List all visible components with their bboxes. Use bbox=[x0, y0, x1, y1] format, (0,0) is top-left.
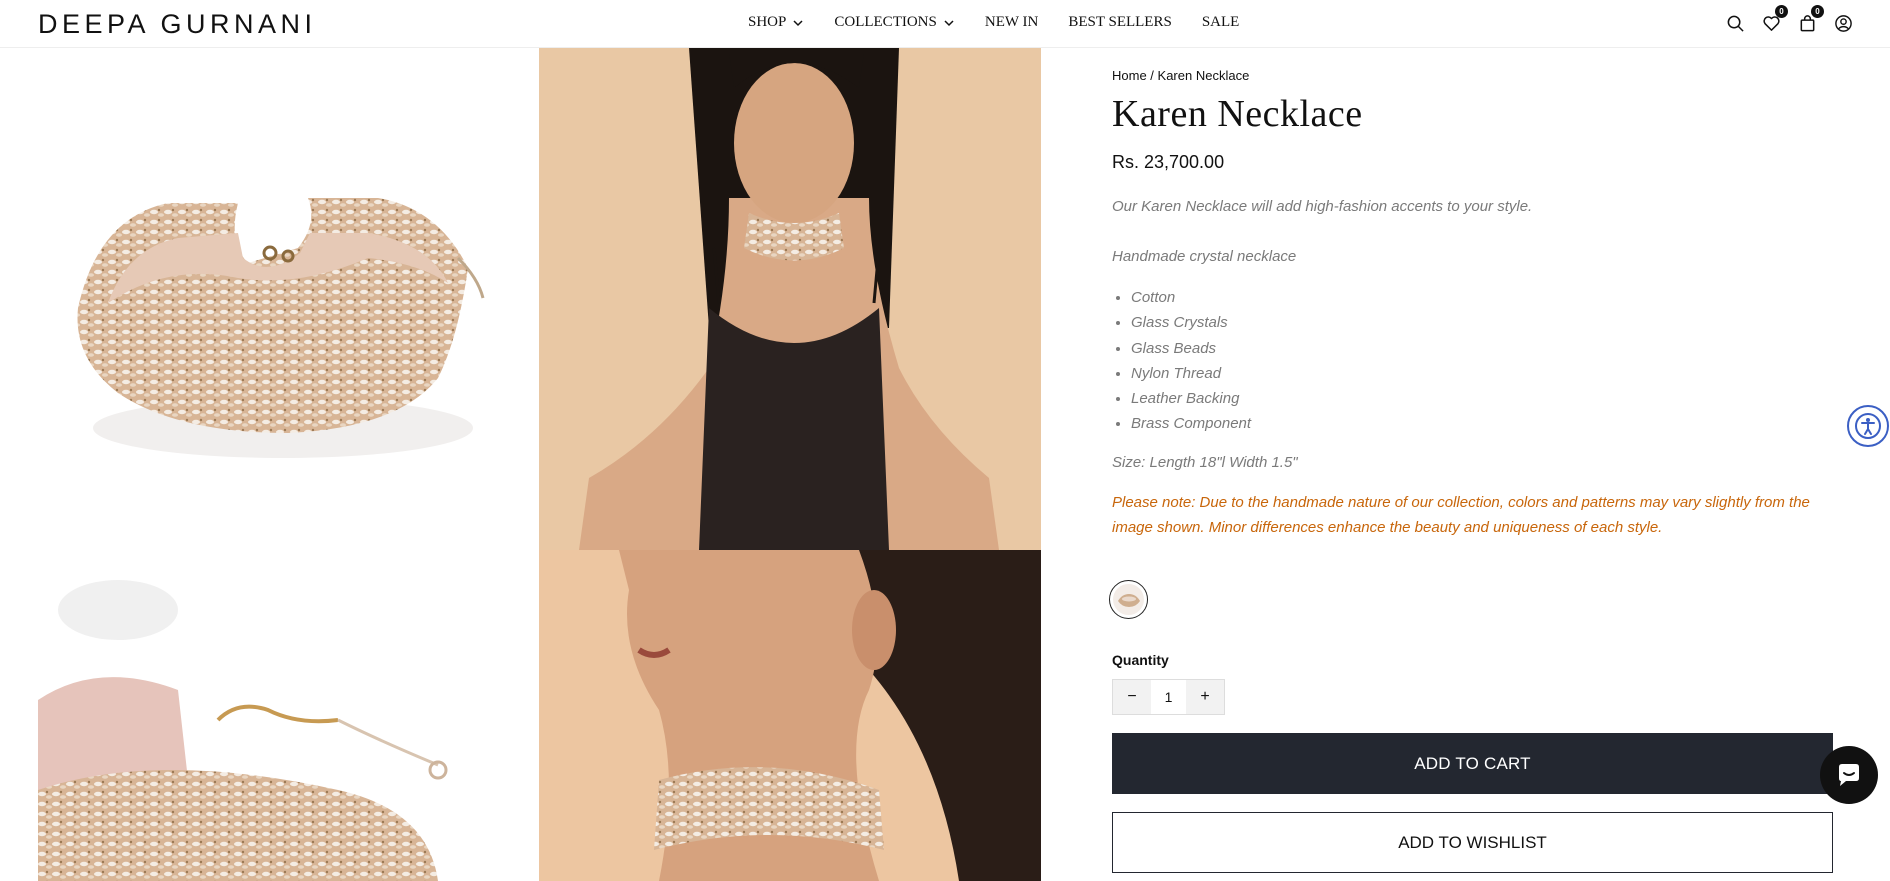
product-price: Rs. 23,700.00 bbox=[1112, 152, 1225, 172]
product-image-3[interactable] bbox=[38, 550, 538, 881]
wishlist-button[interactable]: 0 bbox=[1760, 5, 1788, 34]
accessibility-icon bbox=[1855, 413, 1881, 439]
account-icon bbox=[1834, 14, 1852, 32]
quantity-increase-button[interactable]: + bbox=[1186, 680, 1224, 714]
nav-item-sale[interactable]: SALE bbox=[1202, 14, 1240, 31]
swatch-image bbox=[1113, 584, 1144, 615]
product-size: Size: Length 18"l Width 1.5" bbox=[1112, 454, 1298, 471]
necklace-closeup-image bbox=[38, 580, 448, 881]
product-title: Karen Necklace bbox=[1112, 93, 1363, 135]
nav-item-best-sellers[interactable]: BEST SELLERS bbox=[1068, 14, 1172, 31]
cart-button[interactable]: 0 bbox=[1796, 5, 1824, 34]
product-image-2[interactable] bbox=[539, 48, 1041, 550]
necklace-product-image bbox=[77, 198, 485, 458]
chevron-down-icon bbox=[793, 19, 803, 26]
materials-list: Cotton Glass Crystals Glass Beads Nylon … bbox=[1131, 288, 1251, 440]
brand-logo[interactable]: DEEPA GURNANI bbox=[38, 9, 317, 40]
quantity-stepper: − 1 + bbox=[1112, 679, 1225, 715]
wishlist-count-badge: 0 bbox=[1775, 5, 1788, 18]
product-description: Our Karen Necklace will add high-fashion… bbox=[1112, 198, 1533, 215]
product-gallery bbox=[38, 48, 1041, 881]
list-item: Nylon Thread bbox=[1131, 364, 1251, 389]
nav-item-label: BEST SELLERS bbox=[1068, 14, 1172, 30]
nav-item-shop[interactable]: SHOP bbox=[748, 14, 804, 31]
list-item: Brass Component bbox=[1131, 414, 1251, 439]
search-icon bbox=[1727, 15, 1744, 32]
accessibility-button[interactable] bbox=[1847, 405, 1889, 447]
list-item: Glass Crystals bbox=[1131, 313, 1251, 338]
quantity-input[interactable]: 1 bbox=[1151, 680, 1186, 714]
chevron-down-icon bbox=[944, 19, 954, 26]
quantity-label: Quantity bbox=[1112, 652, 1169, 668]
account-button[interactable] bbox=[1832, 12, 1854, 34]
nav-item-label: SHOP bbox=[748, 14, 787, 30]
nav-item-new-in[interactable]: NEW IN bbox=[985, 14, 1038, 31]
main-nav: SHOP COLLECTIONS NEW IN BEST SELLERS SAL… bbox=[748, 14, 1239, 31]
quantity-decrease-button[interactable]: − bbox=[1113, 680, 1151, 714]
model-profile-image bbox=[539, 550, 1041, 881]
add-to-cart-button[interactable]: ADD TO CART bbox=[1112, 733, 1833, 794]
chat-icon bbox=[1839, 764, 1859, 786]
variant-swatch[interactable] bbox=[1109, 580, 1148, 619]
nav-item-label: NEW IN bbox=[984, 14, 1039, 30]
nav-item-label: SALE bbox=[1201, 14, 1240, 30]
breadcrumb-current: Karen Necklace bbox=[1157, 68, 1250, 83]
cart-count-badge: 0 bbox=[1811, 5, 1824, 18]
product-image-1[interactable] bbox=[38, 48, 538, 550]
site-header: DEEPA GURNANI SHOP COLLECTIONS NEW IN BE… bbox=[0, 0, 1890, 48]
header-icons: 0 0 bbox=[1724, 5, 1854, 34]
model-image bbox=[539, 48, 1041, 550]
list-item: Cotton bbox=[1131, 288, 1251, 313]
breadcrumb: Home / Karen Necklace bbox=[1112, 68, 1249, 83]
add-to-wishlist-button[interactable]: ADD TO WISHLIST bbox=[1112, 812, 1833, 873]
nav-item-collections[interactable]: COLLECTIONS bbox=[834, 14, 955, 31]
nav-item-label: COLLECTIONS bbox=[834, 14, 937, 30]
list-item: Glass Beads bbox=[1131, 339, 1251, 364]
chat-button[interactable] bbox=[1820, 746, 1878, 804]
breadcrumb-separator: / bbox=[1146, 68, 1158, 83]
search-button[interactable] bbox=[1724, 12, 1746, 34]
list-item: Leather Backing bbox=[1131, 389, 1251, 414]
handmade-note: Please note: Due to the handmade nature … bbox=[1112, 494, 1810, 536]
product-subtitle: Handmade crystal necklace bbox=[1112, 248, 1297, 265]
product-image-4[interactable] bbox=[539, 550, 1041, 881]
breadcrumb-home-link[interactable]: Home bbox=[1112, 68, 1147, 83]
